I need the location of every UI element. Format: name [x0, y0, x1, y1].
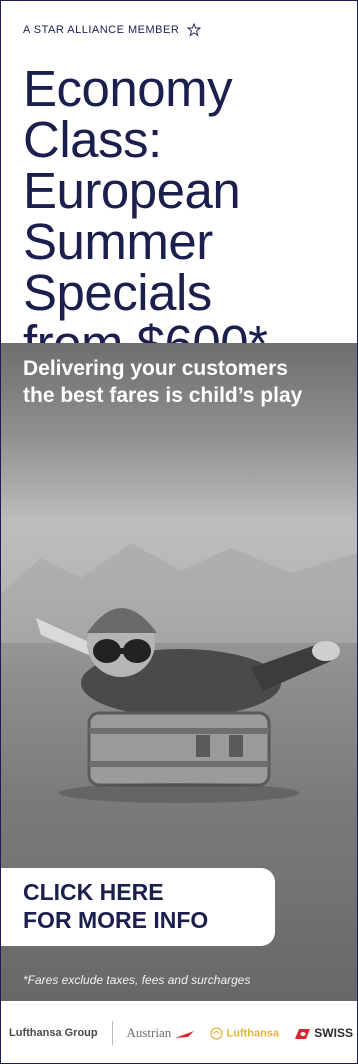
cta-line: FOR MORE INFO	[23, 907, 209, 933]
logo-divider	[111, 1021, 113, 1045]
airline-logos-bar: Lufthansa Group Austrian Lufthansa SWISS	[1, 1001, 357, 1063]
lufthansa-logo: Lufthansa	[210, 1026, 280, 1040]
click-here-button[interactable]: CLICK HERE FOR MORE INFO	[1, 868, 275, 946]
austrian-chevron-icon	[175, 1031, 195, 1039]
lufthansa-group-logo: Lufthansa Group	[9, 1027, 98, 1039]
headline-line: European	[23, 162, 241, 219]
swiss-logo: SWISS	[293, 1026, 353, 1040]
star-alliance-icon	[187, 23, 202, 37]
hero-photo: Delivering your customers the best fares…	[1, 343, 357, 1001]
swiss-logo-text: SWISS	[314, 1026, 353, 1040]
offer-headline: Economy Class: European Summer Specials …	[23, 63, 353, 369]
austrian-logo: Austrian	[126, 1025, 196, 1041]
ad-banner[interactable]: A STAR ALLIANCE MEMBER Economy Class: Eu…	[0, 0, 358, 1064]
photo-headline: Delivering your customers the best fares…	[23, 355, 353, 409]
swiss-flag-icon	[294, 1028, 310, 1039]
headline-area: A STAR ALLIANCE MEMBER Economy Class: Eu…	[1, 1, 357, 369]
headline-line: Summer	[23, 213, 213, 270]
lufthansa-logo-text: Lufthansa	[226, 1026, 280, 1039]
star-alliance-badge: A STAR ALLIANCE MEMBER	[23, 23, 203, 37]
austrian-logo-text: Austrian	[126, 1025, 172, 1040]
headline-line: Economy	[23, 60, 233, 117]
cta-line: CLICK HERE	[23, 879, 164, 905]
photo-headline-line: Delivering your customers	[23, 357, 288, 380]
lufthansa-crane-icon	[210, 1026, 224, 1040]
headline-line: Specials	[23, 264, 212, 321]
alliance-text: A STAR ALLIANCE MEMBER	[23, 24, 180, 36]
photo-headline-line: the best fares is child’s play	[23, 384, 303, 407]
fares-disclaimer: *Fares exclude taxes, fees and surcharge…	[23, 973, 251, 987]
headline-line: Class:	[23, 111, 162, 168]
